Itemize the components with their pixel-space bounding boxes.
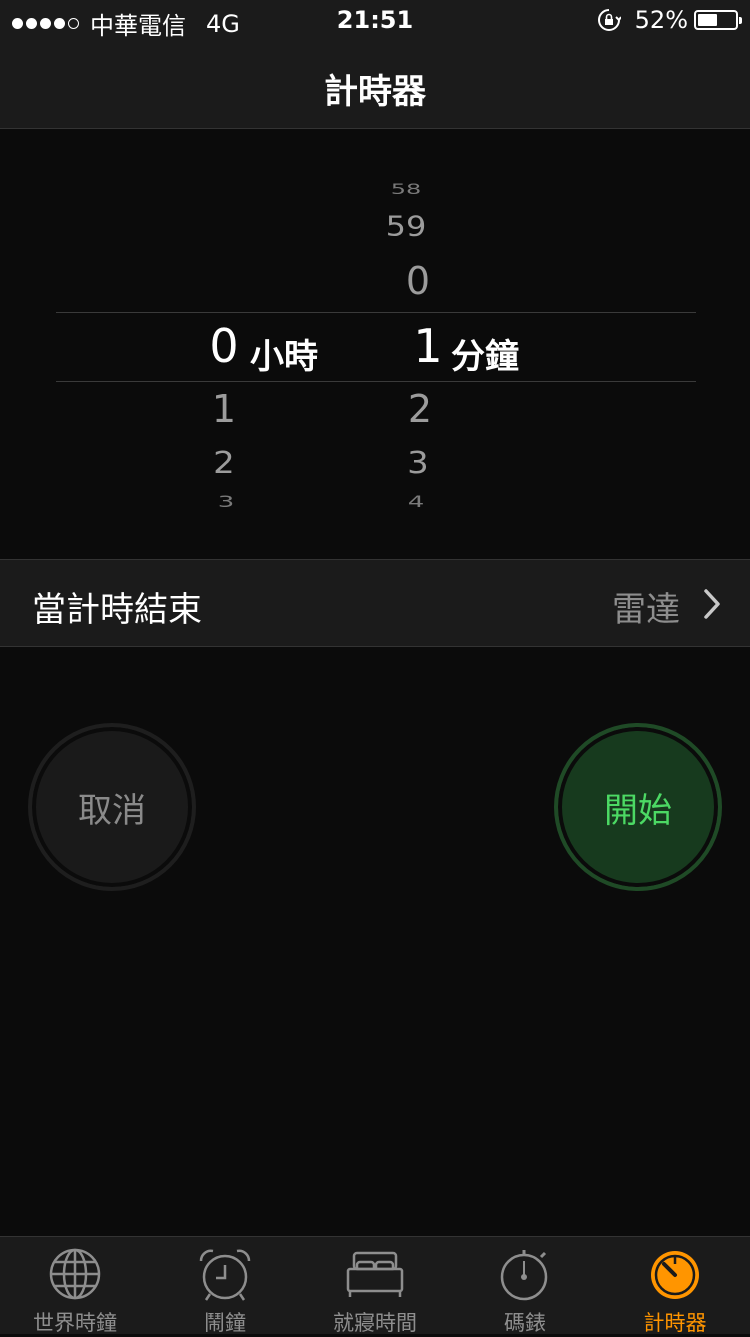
nav-bar: 計時器 bbox=[0, 40, 750, 129]
minute-option[interactable]: 3 bbox=[358, 445, 478, 481]
hour-option[interactable]: 3 bbox=[166, 493, 286, 511]
tab-alarm[interactable]: 鬧鐘 bbox=[150, 1237, 300, 1335]
orientation-lock-icon bbox=[597, 9, 621, 31]
hour-option[interactable]: 1 bbox=[164, 387, 284, 431]
tab-world-clock[interactable]: 世界時鐘 bbox=[0, 1237, 150, 1335]
tab-stopwatch[interactable]: 碼錶 bbox=[450, 1237, 600, 1335]
minute-option[interactable]: 58 bbox=[346, 181, 466, 198]
status-right: 52% bbox=[597, 6, 742, 34]
page-title: 計時器 bbox=[324, 72, 426, 112]
minute-option[interactable]: 59 bbox=[346, 210, 466, 242]
battery-icon bbox=[694, 10, 742, 30]
picker-selection-top bbox=[56, 312, 696, 313]
bed-icon bbox=[346, 1251, 404, 1297]
stopwatch-icon bbox=[500, 1250, 548, 1301]
hour-option[interactable]: 2 bbox=[164, 445, 284, 481]
when-timer-ends-row[interactable]: 當計時結束 雷達 bbox=[0, 559, 750, 647]
cancel-button-label: 取消 bbox=[78, 790, 146, 831]
cancel-button[interactable]: 取消 bbox=[28, 723, 196, 891]
minute-option[interactable]: 4 bbox=[356, 493, 476, 511]
ringtone-value: 雷達 bbox=[612, 590, 680, 630]
status-bar: 中華電信 4G 21:51 52% bbox=[0, 0, 750, 40]
minute-option[interactable]: 0 bbox=[358, 259, 478, 303]
tab-bedtime[interactable]: 就寢時間 bbox=[300, 1237, 450, 1335]
globe-icon bbox=[49, 1248, 101, 1300]
start-button[interactable]: 開始 bbox=[554, 723, 722, 891]
minute-unit-label: 分鐘 bbox=[451, 337, 519, 377]
battery-percent: 52% bbox=[634, 6, 688, 34]
tab-label: 就寢時間 bbox=[333, 1311, 417, 1335]
tab-label: 計時器 bbox=[643, 1311, 707, 1335]
start-button-label: 開始 bbox=[604, 790, 672, 831]
timer-icon bbox=[651, 1251, 699, 1299]
tab-label: 鬧鐘 bbox=[204, 1311, 246, 1335]
minute-option[interactable]: 2 bbox=[360, 387, 480, 431]
tab-label: 世界時鐘 bbox=[33, 1311, 117, 1335]
when-timer-ends-label: 當計時結束 bbox=[32, 590, 202, 630]
battery-nub bbox=[739, 17, 742, 24]
picker-selection-bottom bbox=[56, 381, 696, 382]
tab-timer[interactable]: 計時器 bbox=[600, 1237, 750, 1335]
hour-unit-label: 小時 bbox=[250, 337, 318, 377]
battery-fill bbox=[698, 14, 717, 26]
tab-bar: 世界時鐘 鬧鐘 就寢時間 碼錶 計時器 bbox=[0, 1236, 750, 1335]
alarm-clock-icon bbox=[199, 1249, 251, 1301]
chevron-right-icon bbox=[704, 589, 720, 619]
time-picker[interactable]: 58 59 0 0 小時 1 分鐘 1 2 3 2 3 4 bbox=[0, 129, 750, 559]
tab-label: 碼錶 bbox=[504, 1311, 546, 1335]
